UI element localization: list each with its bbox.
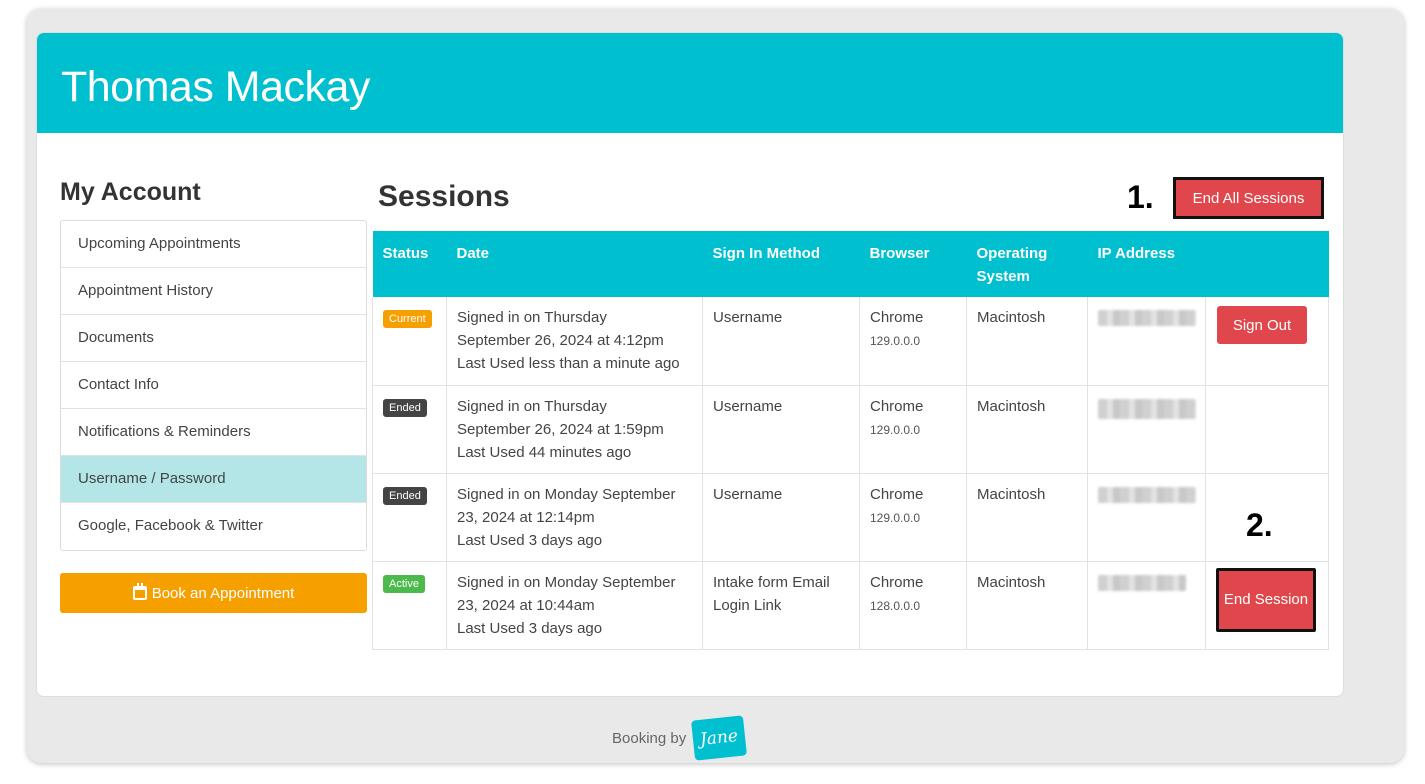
sign-out-button[interactable]: Sign Out — [1217, 306, 1307, 344]
book-appointment-label: Book an Appointment — [151, 584, 295, 602]
status-cell: Current — [372, 297, 447, 386]
ip-address-redacted — [1098, 398, 1196, 419]
browser-version: 129.0.0.0 — [870, 510, 921, 525]
sign-in-method-cell: Intake form Email Login Link — [702, 561, 860, 650]
browser-version: 129.0.0.0 — [870, 422, 921, 437]
end-session-button[interactable]: End Session — [1216, 567, 1316, 632]
browser-name: Chrome — [870, 309, 924, 326]
column-header-ip-address: IP Address — [1087, 231, 1206, 297]
last-used-text: Last Used 3 days ago — [457, 619, 603, 637]
action-cell — [1205, 385, 1329, 474]
sessions-heading: Sessions — [378, 180, 510, 213]
nav-item-google-facebook-twitter[interactable]: Google, Facebook & Twitter — [61, 503, 366, 550]
date-cell: Signed in on Thursday September 26, 2024… — [446, 385, 703, 474]
sign-in-method-cell: Username — [702, 297, 860, 386]
table-row: Ended Signed in on Monday September 23, … — [372, 473, 1329, 562]
column-header-browser: Browser — [859, 231, 967, 297]
last-used-text: Last Used 3 days ago — [457, 531, 603, 549]
status-badge: Active — [383, 574, 425, 593]
table-header-row: Status Date Sign In Method Browser Opera… — [372, 231, 1329, 297]
ip-cell — [1087, 297, 1206, 386]
browser-cell: Chrome 129.0.0.0 — [859, 297, 967, 386]
browser-cell: Chrome 129.0.0.0 — [859, 385, 967, 474]
os-cell: Macintosh — [966, 385, 1088, 474]
nav-item-notifications-reminders[interactable]: Notifications & Reminders — [61, 409, 366, 456]
action-cell: 2. — [1205, 473, 1329, 562]
signed-in-date: September 26, 2024 at 4:12pm — [457, 332, 664, 349]
os-cell: Macintosh — [966, 561, 1088, 650]
signed-in-date: 23, 2024 at 10:44am — [457, 596, 595, 614]
column-header-status: Status — [372, 231, 447, 297]
action-cell: Sign Out — [1205, 297, 1329, 386]
column-header-sign-in-method: Sign In Method — [702, 231, 860, 297]
browser-cell: Chrome 129.0.0.0 — [859, 473, 967, 562]
nav-item-username-password[interactable]: Username / Password — [61, 456, 366, 503]
date-cell: Signed in on Thursday September 26, 2024… — [446, 297, 703, 386]
nav-item-contact-info[interactable]: Contact Info — [61, 362, 366, 409]
signed-in-text: Signed in on Thursday — [457, 397, 607, 415]
sign-in-method-cell: Username — [702, 473, 860, 562]
signed-in-date: 23, 2024 at 12:14pm — [457, 508, 595, 526]
sessions-table: Status Date Sign In Method Browser Opera… — [372, 231, 1329, 650]
ip-cell — [1087, 561, 1206, 650]
ip-address-redacted — [1098, 486, 1196, 503]
date-cell: Signed in on Monday September 23, 2024 a… — [446, 561, 703, 650]
browser-cell: Chrome 128.0.0.0 — [859, 561, 967, 650]
browser-name: Chrome — [870, 397, 924, 415]
ip-cell — [1087, 385, 1206, 474]
browser-name: Chrome — [870, 573, 924, 591]
nav-item-appointment-history[interactable]: Appointment History — [61, 268, 366, 315]
signed-in-text: Signed in on Monday September — [457, 573, 676, 591]
status-badge: Ended — [383, 486, 427, 505]
nav-item-documents[interactable]: Documents — [61, 315, 366, 362]
account-card: Thomas Mackay My Account Upcoming Appoin… — [36, 32, 1344, 697]
table-row: Active Signed in on Monday September 23,… — [372, 561, 1329, 650]
status-badge: Ended — [383, 398, 427, 417]
nav-item-upcoming-appointments[interactable]: Upcoming Appointments — [61, 221, 366, 268]
footer-booking-by: Booking by — [612, 729, 687, 747]
browser-name: Chrome — [870, 485, 924, 503]
column-header-date: Date — [446, 231, 703, 297]
column-header-operating-system: Operating System — [966, 231, 1088, 297]
footer: Booking by Jane — [612, 715, 748, 761]
status-badge: Current — [383, 310, 432, 328]
column-header-action — [1205, 231, 1329, 297]
signed-in-date: September 26, 2024 at 1:59pm — [457, 420, 664, 438]
book-appointment-button[interactable]: Book an Appointment — [60, 573, 367, 613]
last-used-text: Last Used less than a minute ago — [457, 355, 680, 372]
calendar-icon — [132, 583, 147, 600]
profile-name: Thomas Mackay — [61, 63, 370, 111]
my-account-heading: My Account — [60, 178, 201, 206]
browser-version: 128.0.0.0 — [870, 598, 921, 613]
signed-in-text: Signed in on Thursday — [457, 309, 607, 326]
annotation-step-2: 2. — [1246, 506, 1273, 543]
browser-version: 129.0.0.0 — [870, 334, 921, 348]
os-cell: Macintosh — [966, 297, 1088, 386]
status-cell: Ended — [372, 473, 447, 562]
signed-in-text: Signed in on Monday September — [457, 485, 676, 503]
os-cell: Macintosh — [966, 473, 1088, 562]
account-nav: Upcoming Appointments Appointment Histor… — [60, 220, 367, 551]
status-cell: Ended — [372, 385, 447, 474]
action-cell: End Session — [1205, 561, 1329, 650]
status-cell: Active — [372, 561, 447, 650]
end-all-sessions-button[interactable]: End All Sessions — [1173, 177, 1324, 219]
ip-address-redacted — [1098, 574, 1186, 591]
sign-in-method-cell: Username — [702, 385, 860, 474]
jane-logo[interactable]: Jane — [691, 715, 748, 761]
date-cell: Signed in on Monday September 23, 2024 a… — [446, 473, 703, 562]
table-row: Current Signed in on Thursday September … — [372, 297, 1329, 386]
profile-banner: Thomas Mackay — [37, 33, 1343, 133]
ip-address-redacted — [1098, 310, 1196, 326]
table-row: Ended Signed in on Thursday September 26… — [372, 385, 1329, 474]
last-used-text: Last Used 44 minutes ago — [457, 443, 632, 461]
ip-cell — [1087, 473, 1206, 562]
annotation-step-1: 1. — [1127, 179, 1154, 215]
